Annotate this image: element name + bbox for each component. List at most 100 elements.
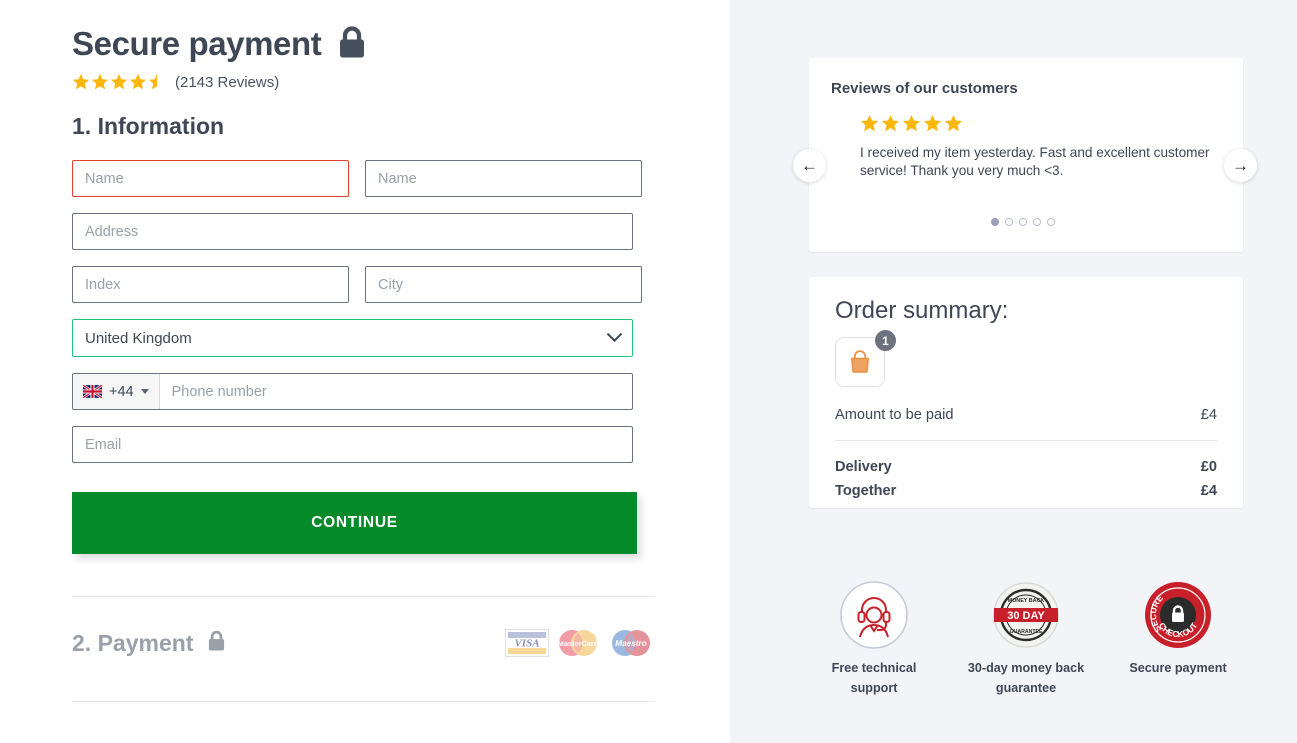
index-city-row: Index City [72,266,658,303]
star-icon [881,114,900,132]
carousel-dot[interactable] [1005,218,1013,227]
maestro-icon: Maestro [612,630,650,656]
arrow-left-icon: ← [801,156,818,175]
secure-checkout-seal-icon: SECURE CHECKOUT [1113,578,1243,652]
star-icon [110,73,128,90]
index-input[interactable]: Index [72,266,349,303]
checkout-sidebar: Reviews of our customers I received my i… [730,0,1297,743]
page-header: Secure payment [72,14,658,64]
review-count: (2143 Reviews) [175,73,280,91]
star-icon [72,73,90,90]
delivery-label: Delivery [835,459,892,475]
lock-icon [337,26,367,64]
rating: (2143 Reviews) [72,73,658,91]
payment-section-title: 2. Payment [72,629,194,656]
trust-badge-secure-payment: SECURE CHECKOUT Secure payment [1113,578,1243,699]
reviews-carousel: Reviews of our customers I received my i… [809,58,1243,252]
headset-support-icon [809,578,939,652]
phone-number-input[interactable]: Phone number [160,374,632,409]
caret-down-icon [140,389,149,394]
seal-text: 30 DAY [1007,610,1045,622]
trust-badges: Free technical support MONEY BACK GUARAN… [809,578,1243,699]
accepted-cards: VISA MasterCard Maestro [505,629,655,657]
svg-text:VISA: VISA [514,638,539,650]
information-form: Name Name Address Index City United King… [72,160,658,554]
mastercard-icon: MasterCard [558,630,599,656]
name-row: Name Name [72,160,658,197]
phone-field[interactable]: +44 Phone number [72,373,633,410]
svg-text:GUARANTEE: GUARANTEE [1010,629,1043,635]
address-row: Address [72,213,658,250]
page-title: Secure payment [72,25,322,62]
address-placeholder: Address [85,223,139,240]
first-name-placeholder: Name [85,170,124,187]
information-section-title: 1. Information [72,113,225,139]
star-icon [902,114,921,132]
star-icon [944,114,963,132]
phone-country-selector[interactable]: +44 [73,374,160,409]
country-select[interactable]: United Kingdom [72,319,633,357]
checkout-page: Secure payment (2143 Reviews) 1. Informa… [0,0,1297,743]
svg-text:Maestro: Maestro [615,639,646,648]
uk-flag-icon [83,385,102,398]
trust-badge-money-back: MONEY BACK GUARANTEE 30 DAY 30-day money… [961,578,1091,699]
phone-dial-code: +44 [109,383,134,400]
delivery-value: £0 [1200,459,1217,475]
lock-icon [207,630,226,657]
order-item-thumbnail[interactable]: 1 [835,330,896,387]
last-name-placeholder: Name [378,170,417,187]
carousel-next-button[interactable]: → [1224,149,1257,182]
carousel-dot[interactable] [1019,218,1027,227]
svg-text:MONEY BACK: MONEY BACK [1008,598,1045,604]
first-name-input[interactable]: Name [72,160,349,197]
star-icon [91,73,109,90]
address-input[interactable]: Address [72,213,633,250]
together-value: £4 [1200,483,1217,499]
visa-card-icon: VISA [505,629,549,657]
carousel-prev-button[interactable]: ← [793,149,826,182]
together-row: Together £4 [835,483,1217,499]
divider [72,596,655,597]
index-placeholder: Index [85,276,121,293]
last-name-input[interactable]: Name [365,160,642,197]
city-placeholder: City [378,276,403,293]
trust-badge-label: Free technical support [831,661,917,696]
checkout-form-panel: Secure payment (2143 Reviews) 1. Informa… [0,0,730,743]
delivery-row: Delivery £0 [835,459,1217,475]
item-quantity-badge: 1 [875,330,896,351]
email-input[interactable]: Email [72,426,633,463]
order-summary-title: Order summary: [835,297,1009,324]
star-half-icon [148,73,157,90]
svg-text:MasterCard: MasterCard [558,639,599,648]
order-totals: Delivery £0 Together £4 [835,459,1217,499]
divider [835,440,1217,441]
review-star-rating [860,114,1215,133]
amount-to-be-paid-row: Amount to be paid £4 [835,407,1217,423]
review-text: I received my item yesterday. Fast and e… [860,145,1210,179]
payment-section-header[interactable]: 2. Payment VISA MasterCard Maestro [72,623,655,663]
phone-placeholder: Phone number [171,383,267,400]
money-back-seal-icon: MONEY BACK GUARANTEE 30 DAY [961,578,1091,652]
trust-badge-label: 30-day money back guarantee [967,661,1085,696]
star-icon [923,114,942,132]
city-input[interactable]: City [365,266,642,303]
divider [72,701,655,702]
reviews-heading: Reviews of our customers [831,80,1018,97]
trust-badge-label: Secure payment [1129,661,1227,675]
amount-value: £4 [1200,407,1217,423]
phone-row: +44 Phone number [72,373,658,410]
email-placeholder: Email [85,436,122,453]
amount-label: Amount to be paid [835,407,954,423]
together-label: Together [835,483,897,499]
carousel-dot[interactable] [991,218,999,227]
order-summary: Order summary: 1 Amount to be paid £4 De… [809,277,1243,508]
star-rating [72,73,166,91]
shopping-bag-icon [850,350,870,373]
country-row: United Kingdom [72,319,658,357]
carousel-dots[interactable] [831,218,1215,227]
carousel-dot[interactable] [1033,218,1041,227]
arrow-right-icon: → [1232,156,1249,175]
carousel-dot[interactable] [1047,218,1055,227]
star-icon [129,73,147,90]
continue-button[interactable]: CONTINUE [72,492,637,554]
